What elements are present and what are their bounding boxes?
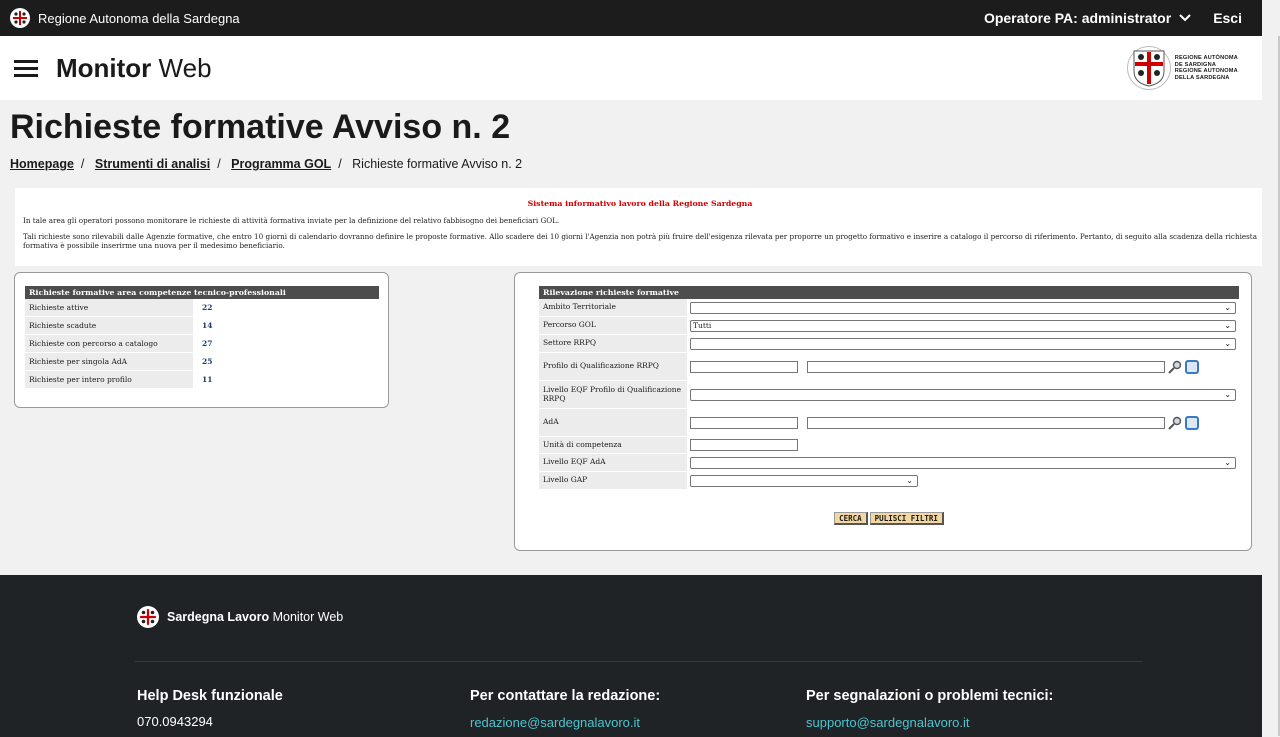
sardinia-crest-icon	[10, 8, 30, 28]
form-row-livello-eqf-profilo: Livello EQF Profilo di Qualificazione RR…	[539, 381, 1239, 409]
form-row-percorso: Percorso GOL Tutti ⌄	[539, 317, 1239, 335]
profilo-description-input[interactable]	[807, 360, 1165, 373]
chevron-down-icon: ⌄	[1224, 390, 1231, 399]
user-label: Operatore PA: administrator	[983, 10, 1172, 26]
search-form-panel: Rilevazione richieste formative Ambito T…	[514, 272, 1252, 551]
stat-value[interactable]: 11	[193, 375, 212, 384]
redazione-email-link[interactable]: redazione@sardegnalavoro.it	[470, 715, 640, 730]
footer-brand[interactable]: Sardegna Lavoro Monitor Web	[137, 606, 343, 628]
livello-eqf-profilo-select[interactable]: ⌄	[690, 388, 1236, 401]
search-icon[interactable]	[1167, 416, 1183, 430]
main-header: Monitor Web REGIONE AUTÒNOMA DE SARDIGNA…	[0, 36, 1262, 100]
chevron-down-icon: ⌄	[1224, 303, 1231, 312]
stats-row: Richieste per intero profilo 11	[25, 371, 379, 389]
user-menu[interactable]: Operatore PA: administrator	[984, 10, 1191, 26]
info-paragraph-1: In tale area gli operatori possono monit…	[23, 216, 560, 225]
box-icon[interactable]	[1185, 359, 1199, 374]
livello-gap-select[interactable]: ⌄	[690, 474, 918, 487]
ambito-territoriale-select[interactable]: ⌄	[690, 301, 1236, 314]
form-row-livello-eqf-ada: Livello EQF AdA ⌄	[539, 454, 1239, 472]
stat-value[interactable]: 22	[193, 303, 212, 312]
ada-description-input[interactable]	[807, 416, 1165, 429]
breadcrumb-current: Richieste formative Avviso n. 2	[352, 157, 523, 171]
vertical-scrollbar[interactable]	[1262, 0, 1280, 737]
form-row-profilo: Profilo di Qualificazione RRPQ	[539, 353, 1239, 381]
form-buttons: CERCA PULISCI FILTRI	[539, 512, 1239, 525]
footer-helpdesk: Help Desk funzionale 070.0943294	[137, 688, 283, 729]
chevron-down-icon: ⌄	[1224, 458, 1231, 467]
logo-text: REGIONE AUTÒNOMA DE SARDIGNA REGIONE AUT…	[1174, 55, 1238, 81]
sardinia-crest-icon	[137, 606, 159, 628]
chevron-down-icon: ⌄	[906, 476, 913, 485]
footer-supporto: Per segnalazioni o problemi tecnici: sup…	[806, 688, 1054, 730]
stats-panel: Richieste formative area competenze tecn…	[14, 272, 389, 408]
footer: Sardegna Lavoro Monitor Web Help Desk fu…	[0, 575, 1262, 737]
breadcrumb-strumenti-analisi[interactable]: Strumenti di analisi	[95, 157, 210, 171]
form-row-unita: Unità di competenza	[539, 437, 1239, 454]
stats-row: Richieste scadute 14	[25, 317, 379, 335]
stat-value[interactable]: 25	[193, 357, 212, 366]
footer-redazione: Per contattare la redazione: redazione@s…	[470, 688, 661, 730]
top-bar: Regione Autonoma della Sardegna Operator…	[0, 0, 1262, 36]
hamburger-menu-icon[interactable]	[14, 59, 38, 77]
profilo-code-input[interactable]	[690, 360, 798, 373]
helpdesk-phone: 070.0943294	[137, 714, 213, 729]
region-logo[interactable]: REGIONE AUTÒNOMA DE SARDIGNA REGIONE AUT…	[1126, 46, 1238, 90]
breadcrumb: Homepage / Strumenti di analisi / Programm…	[10, 157, 523, 171]
stats-row: Richieste con percorso a catalogo 27	[25, 335, 379, 353]
chevron-down-icon: ⌄	[1224, 339, 1231, 348]
stats-row: Richieste attive 22	[25, 299, 379, 317]
logout-button[interactable]: Esci	[1213, 10, 1242, 26]
region-name[interactable]: Regione Autonoma della Sardegna	[38, 11, 240, 26]
form-row-settore: Settore RRPQ ⌄	[539, 335, 1239, 353]
form-row-ambito: Ambito Territoriale ⌄	[539, 299, 1239, 317]
stats-title: Richieste formative area competenze tecn…	[25, 286, 379, 299]
stats-row: Richieste per singola AdA 25	[25, 353, 379, 371]
form-row-livello-gap: Livello GAP ⌄	[539, 472, 1239, 490]
search-icon[interactable]	[1167, 360, 1183, 374]
search-form-title: Rilevazione richieste formative	[539, 286, 1239, 299]
unita-competenza-input[interactable]	[690, 439, 798, 451]
footer-divider	[135, 661, 1143, 662]
form-row-ada: AdA	[539, 409, 1239, 437]
breadcrumb-homepage[interactable]: Homepage	[10, 157, 74, 171]
percorso-gol-select[interactable]: Tutti ⌄	[690, 319, 1236, 332]
system-title: Sistema informativo lavoro della Regione…	[527, 199, 753, 208]
chevron-down-icon	[1179, 14, 1191, 22]
info-panel: Sistema informativo lavoro della Regione…	[15, 188, 1265, 266]
stat-value[interactable]: 27	[193, 339, 212, 348]
page-title: Richieste formative Avviso n. 2	[10, 108, 511, 146]
box-icon[interactable]	[1185, 415, 1199, 430]
sardinia-crest-icon	[1126, 46, 1171, 90]
ada-code-input[interactable]	[690, 416, 798, 429]
chevron-down-icon: ⌄	[1224, 321, 1231, 330]
breadcrumb-programma-gol[interactable]: Programma GOL	[231, 157, 331, 171]
info-paragraph-2: Tali richieste sono rilevabili dalle Age…	[23, 231, 1257, 250]
search-button[interactable]: CERCA	[834, 512, 868, 525]
livello-eqf-ada-select[interactable]: ⌄	[690, 456, 1236, 469]
supporto-email-link[interactable]: supporto@sardegnalavoro.it	[806, 715, 970, 730]
settore-rrpq-select[interactable]: ⌄	[690, 337, 1236, 350]
stat-value[interactable]: 14	[193, 321, 212, 330]
app-brand[interactable]: Monitor Web	[56, 53, 212, 84]
clear-filters-button[interactable]: PULISCI FILTRI	[869, 512, 944, 525]
